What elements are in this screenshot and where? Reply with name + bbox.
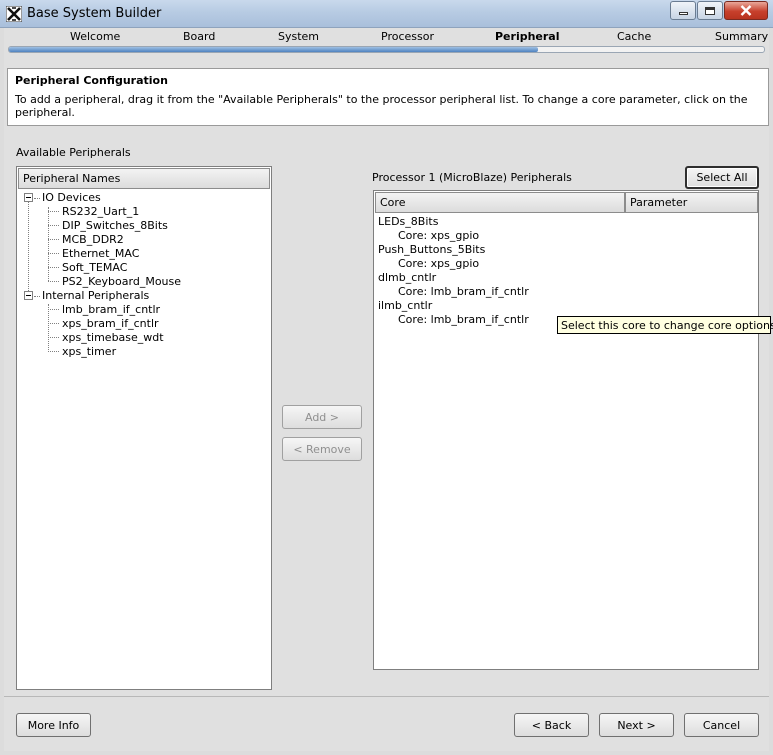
- tree-item-xps-timebase-wdt[interactable]: xps_timebase_wdt: [62, 331, 164, 344]
- tree-line: [34, 296, 40, 297]
- tree-line: [48, 207, 49, 281]
- title-bar: Base System Builder: [0, 0, 773, 28]
- step-processor: Processor: [381, 30, 434, 43]
- tree-group-internal-peripherals[interactable]: Internal Peripherals: [42, 289, 149, 302]
- tree-item-ps2-keyboard-mouse[interactable]: PS2_Keyboard_Mouse: [62, 275, 181, 288]
- peripheral-row-push-buttons-5bits[interactable]: Push_Buttons_5Bits: [378, 243, 485, 256]
- tree-line: [48, 323, 59, 324]
- tree-item-dip-switches[interactable]: DIP_Switches_8Bits: [62, 219, 168, 232]
- section-title: Peripheral Configuration: [15, 74, 168, 87]
- tree-line: [28, 201, 29, 295]
- tree-item-xps-bram-if-cntlr[interactable]: xps_bram_if_cntlr: [62, 317, 159, 330]
- collapse-io-devices-toggle[interactable]: [24, 193, 33, 202]
- core-column-header[interactable]: Core: [375, 192, 625, 213]
- tree-line: [48, 309, 59, 310]
- step-board: Board: [183, 30, 216, 43]
- wizard-progress-fill: [9, 47, 538, 52]
- tree-item-mcb-ddr2[interactable]: MCB_DDR2: [62, 233, 124, 246]
- tree-line: [48, 337, 59, 338]
- tree-item-soft-temac[interactable]: Soft_TEMAC: [62, 261, 127, 274]
- back-button[interactable]: < Back: [514, 713, 589, 737]
- add-button[interactable]: Add >: [282, 405, 362, 429]
- core-options-tooltip: Select this core to change core options: [557, 316, 773, 334]
- step-cache: Cache: [617, 30, 652, 43]
- minimize-button[interactable]: [670, 1, 696, 20]
- peripheral-row-ilmb-cntlr[interactable]: ilmb_cntlr: [378, 299, 432, 312]
- maximize-icon: [705, 6, 715, 15]
- next-button[interactable]: Next >: [599, 713, 674, 737]
- wizard-steps: Welcome Board System Processor Periphera…: [4, 28, 769, 44]
- tree-line: [48, 253, 59, 254]
- peripheral-row-dlmb-cntlr[interactable]: dlmb_cntlr: [378, 271, 436, 284]
- cancel-button[interactable]: Cancel: [684, 713, 759, 737]
- minimize-icon: [678, 12, 688, 15]
- step-summary: Summary: [715, 30, 769, 43]
- parameter-column-header[interactable]: Parameter: [625, 192, 758, 213]
- tree-item-lmb-bram-if-cntlr[interactable]: lmb_bram_if_cntlr: [62, 303, 160, 316]
- maximize-button[interactable]: [697, 1, 723, 20]
- remove-button[interactable]: < Remove: [282, 437, 362, 461]
- step-welcome: Welcome: [70, 30, 121, 43]
- available-peripherals-label: Available Peripherals: [16, 146, 131, 159]
- available-peripherals-tree[interactable]: Peripheral Names IO Devices RS232_Uart_1…: [16, 166, 272, 690]
- section-description: To add a peripheral, drag it from the "A…: [15, 93, 748, 119]
- tree-line: [48, 225, 59, 226]
- processor-peripherals-list[interactable]: Core Parameter LEDs_8Bits Core: xps_gpio…: [373, 190, 759, 670]
- select-all-button[interactable]: Select All: [685, 166, 759, 189]
- close-button[interactable]: [724, 1, 768, 20]
- peripheral-names-header[interactable]: Peripheral Names: [18, 168, 270, 189]
- close-icon: [740, 5, 752, 16]
- tree-line: [48, 351, 59, 352]
- step-peripheral: Peripheral: [495, 30, 560, 43]
- peripheral-core-ilmb-cntlr[interactable]: Core: lmb_bram_if_cntlr: [398, 313, 529, 326]
- wizard-window: Welcome Board System Processor Periphera…: [4, 28, 773, 751]
- collapse-internal-peripherals-toggle[interactable]: [24, 291, 33, 300]
- peripheral-core-dlmb-cntlr[interactable]: Core: lmb_bram_if_cntlr: [398, 285, 529, 298]
- tree-line: [48, 239, 59, 240]
- peripheral-row-leds-8bits[interactable]: LEDs_8Bits: [378, 215, 438, 228]
- peripheral-core-push-buttons-5bits[interactable]: Core: xps_gpio: [398, 257, 479, 270]
- more-info-button[interactable]: More Info: [16, 713, 91, 737]
- window-title: Base System Builder: [27, 6, 162, 21]
- tree-line: [48, 304, 49, 350]
- section-header: Peripheral Configuration To add a periph…: [7, 68, 769, 126]
- tree-item-ethernet-mac[interactable]: Ethernet_MAC: [62, 247, 139, 260]
- footer-separator: [4, 696, 769, 697]
- wizard-progress-bar: [8, 46, 765, 53]
- tree-line: [48, 267, 59, 268]
- tree-item-rs232-uart-1[interactable]: RS232_Uart_1: [62, 205, 139, 218]
- step-system: System: [278, 30, 320, 43]
- tree-group-io-devices[interactable]: IO Devices: [42, 191, 101, 204]
- tree-line: [48, 211, 59, 212]
- xilinx-app-icon: [6, 6, 22, 22]
- peripheral-core-leds-8bits[interactable]: Core: xps_gpio: [398, 229, 479, 242]
- processor-peripherals-label: Processor 1 (MicroBlaze) Peripherals: [372, 171, 572, 184]
- tree-item-xps-timer[interactable]: xps_timer: [62, 345, 116, 358]
- tree-line: [34, 198, 40, 199]
- tree-line: [48, 281, 59, 282]
